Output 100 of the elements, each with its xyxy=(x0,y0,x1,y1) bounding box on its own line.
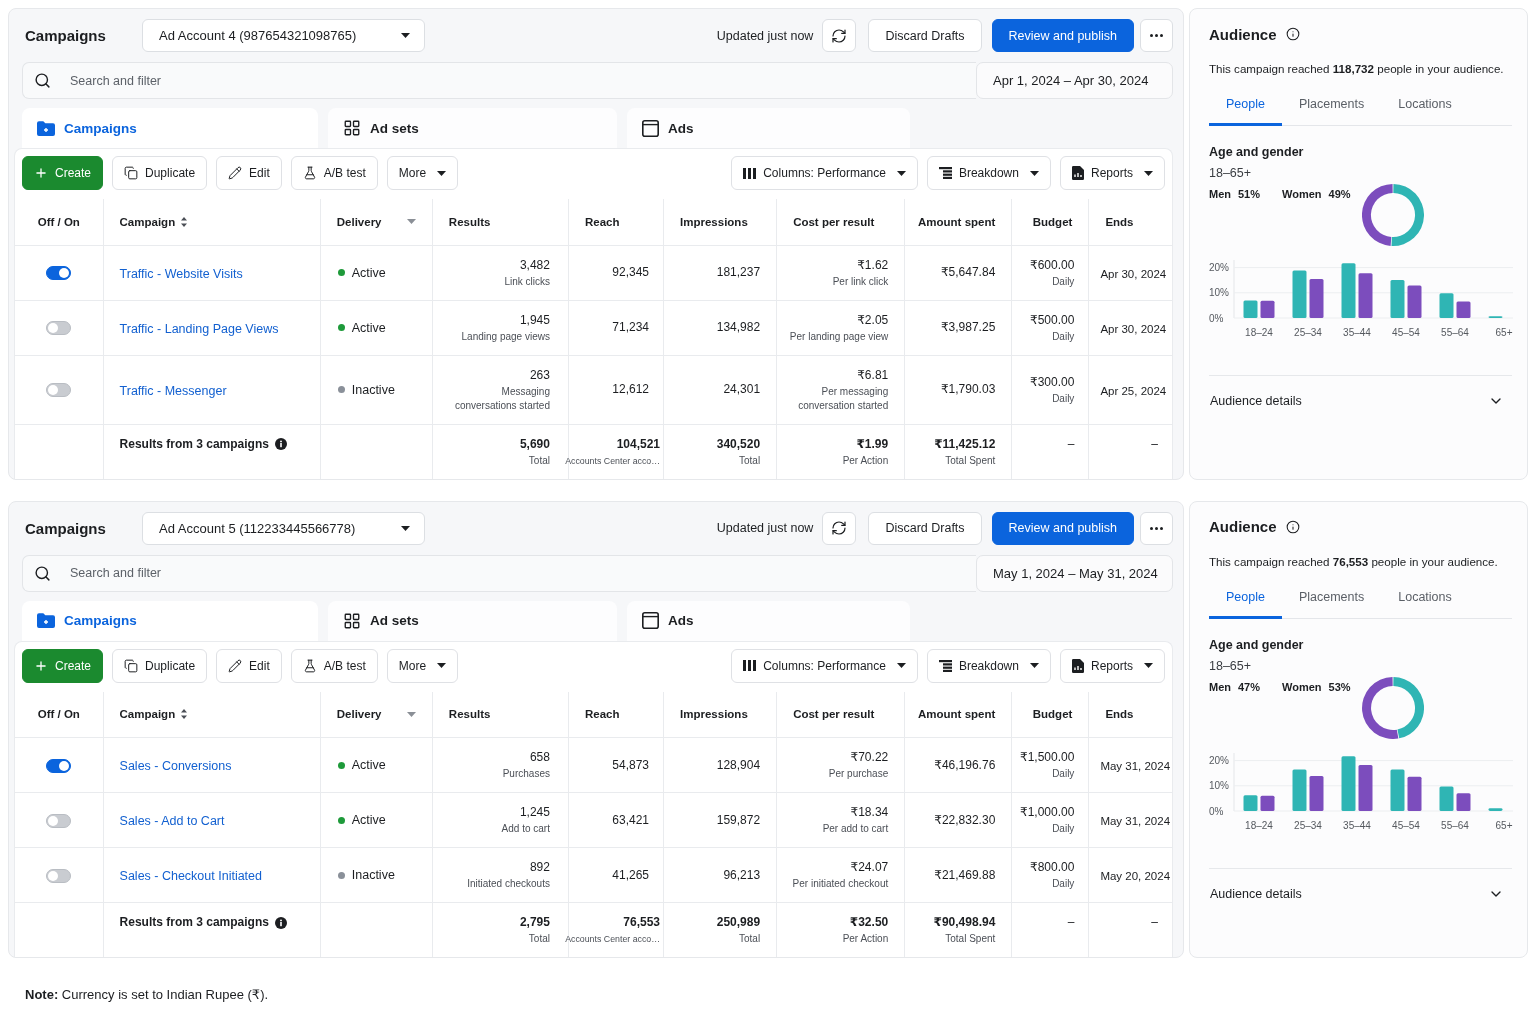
chart-bar xyxy=(1390,279,1405,318)
more-button[interactable] xyxy=(1140,19,1173,52)
gender-label: Women xyxy=(1282,187,1322,201)
toggle-switch[interactable] xyxy=(46,383,72,398)
more-menu-button[interactable]: More xyxy=(386,648,459,683)
audience-tab[interactable]: Locations xyxy=(1381,579,1469,619)
info-icon xyxy=(1285,27,1300,41)
sort-icon xyxy=(181,216,188,227)
gender-share: 53% xyxy=(1328,679,1351,694)
document-icon xyxy=(1071,658,1084,673)
campaign-link[interactable]: Sales - Add to Cart xyxy=(119,814,225,828)
audience-tab[interactable]: Locations xyxy=(1381,87,1469,126)
section-heading: Age and gender xyxy=(1209,144,1305,160)
refresh-button[interactable] xyxy=(822,511,857,545)
ab-test-button[interactable]: A/B test xyxy=(290,648,378,683)
accordion-header[interactable]: Audience details xyxy=(1209,868,1512,919)
metric-value: ₹2.05 xyxy=(857,311,889,329)
delivery-status: Active xyxy=(351,813,386,827)
level-tab[interactable]: Campaigns xyxy=(22,108,318,148)
column-header: Budget xyxy=(1032,215,1073,228)
metric-value: 76,553 xyxy=(623,914,661,931)
breakdown-button[interactable]: Breakdown xyxy=(926,156,1051,190)
metric-value: ₹70.22 xyxy=(850,749,889,766)
caret-icon xyxy=(896,663,906,668)
search-field[interactable]: Search and filter xyxy=(22,554,976,592)
axis-label: 25–34 xyxy=(1294,819,1322,831)
duplicate-button[interactable]: Duplicate xyxy=(112,648,208,683)
accordion-header[interactable]: Audience details xyxy=(1209,376,1512,426)
metric-value: 41,265 xyxy=(612,866,650,884)
date-range-select[interactable]: May 1, 2024 – May 31, 2024 xyxy=(976,554,1173,592)
refresh-button[interactable] xyxy=(822,19,857,52)
level-tab[interactable]: Ad sets xyxy=(328,108,617,148)
audience-summary: This campaign reached 118,732 people in your audience. xyxy=(1209,61,1505,77)
date-range-select[interactable]: Apr 1, 2024 – Apr 30, 2024 xyxy=(976,62,1173,99)
columns-button[interactable]: Columns: Performance xyxy=(731,156,918,190)
duplicate-button[interactable]: Duplicate xyxy=(112,156,208,190)
level-tab[interactable]: Campaigns xyxy=(22,600,318,641)
level-tab[interactable]: Ad sets xyxy=(328,600,617,641)
breakdown-button[interactable]: Breakdown xyxy=(926,648,1051,683)
edit-button[interactable]: Edit xyxy=(216,156,282,190)
campaign-link[interactable]: Traffic - Messenger xyxy=(119,383,227,398)
create-button[interactable]: Create xyxy=(22,156,104,190)
chart-bar xyxy=(1456,792,1471,811)
axis-label: 35–44 xyxy=(1343,327,1371,338)
level-tab[interactable]: Ads xyxy=(627,108,910,148)
metric-value: ₹600.00 xyxy=(1030,256,1075,274)
axis-label: 10% xyxy=(1209,779,1229,791)
metric-value: 96,213 xyxy=(723,866,761,884)
donut-slice xyxy=(1392,676,1424,738)
info-icon xyxy=(274,916,287,929)
columns-button[interactable]: Columns: Performance xyxy=(731,648,918,683)
metric-value: 5,690 xyxy=(519,435,550,453)
audience-tab[interactable]: Placements xyxy=(1281,87,1382,126)
metric-caption: Accounts Center acco… xyxy=(565,454,661,468)
discard-button[interactable]: Discard Drafts xyxy=(868,511,982,545)
metric-value: ₹90,498.94 xyxy=(933,914,996,931)
metric-value: 181,237 xyxy=(716,264,761,281)
campaign-link[interactable]: Sales - Conversions xyxy=(119,759,232,773)
gender-label: Women xyxy=(1282,679,1322,694)
toggle-switch[interactable] xyxy=(46,813,72,828)
edit-button[interactable]: Edit xyxy=(216,648,282,683)
audience-tab[interactable]: People xyxy=(1209,87,1282,126)
info-icon xyxy=(274,438,287,450)
reports-button[interactable]: Reports xyxy=(1059,156,1165,190)
age-range: 18–65+ xyxy=(1209,165,1253,181)
level-tab[interactable]: Ads xyxy=(627,600,910,641)
more-menu-button[interactable]: More xyxy=(386,156,459,190)
breakdown-icon xyxy=(938,167,952,179)
publish-button[interactable]: Review and publish xyxy=(991,511,1134,545)
info-icon xyxy=(1285,519,1300,534)
account-select[interactable]: Ad Account 5 (112233445566778) xyxy=(142,511,425,545)
ab-test-button[interactable]: A/B test xyxy=(290,156,378,190)
end-date: May 31, 2024 xyxy=(1100,815,1171,827)
more-button[interactable] xyxy=(1140,511,1173,545)
audience-tab[interactable]: Placements xyxy=(1281,579,1382,619)
column-header: Results xyxy=(448,215,491,228)
account-select[interactable]: Ad Account 4 (987654321098765) xyxy=(142,19,425,52)
delivery-status: Active xyxy=(351,265,386,280)
toggle-switch[interactable] xyxy=(46,868,72,883)
campaign-link[interactable]: Traffic - Website Visits xyxy=(119,266,243,281)
caret-icon xyxy=(401,33,410,38)
axis-label: 45–54 xyxy=(1392,819,1420,831)
discard-button[interactable]: Discard Drafts xyxy=(868,19,982,52)
toggle-switch[interactable] xyxy=(46,758,72,773)
metric-value: 54,873 xyxy=(612,756,650,774)
create-button[interactable]: Create xyxy=(22,648,104,683)
chart-bar xyxy=(1456,301,1471,318)
campaign-link[interactable]: Sales - Checkout Initiated xyxy=(119,869,262,883)
reports-button[interactable]: Reports xyxy=(1059,648,1165,683)
audience-tab[interactable]: People xyxy=(1209,579,1282,619)
campaign-link[interactable]: Traffic - Landing Page Views xyxy=(119,321,279,336)
toggle-switch[interactable] xyxy=(46,266,72,281)
chart-bar xyxy=(1439,786,1454,811)
flask-icon xyxy=(302,166,317,180)
metric-caption: Initiated checkouts xyxy=(467,877,550,891)
search-field[interactable]: Search and filter xyxy=(22,62,976,99)
metric-caption: Link clicks xyxy=(504,274,550,289)
toggle-switch[interactable] xyxy=(46,321,72,336)
publish-button[interactable]: Review and publish xyxy=(991,19,1134,52)
metric-value: ₹500.00 xyxy=(1030,311,1075,329)
